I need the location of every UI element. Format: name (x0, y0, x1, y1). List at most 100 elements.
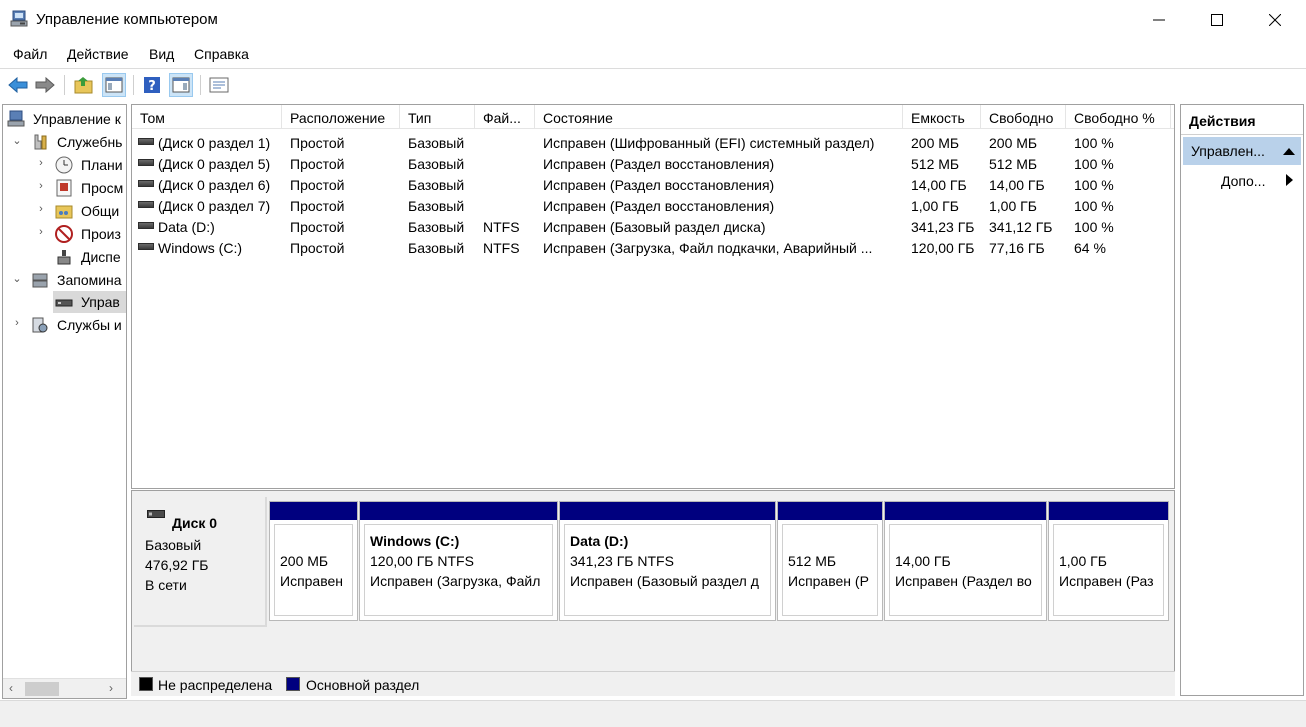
status-bar (0, 700, 1306, 727)
menu-bar: Файл Действие Вид Справка (0, 42, 1306, 66)
chevron-right-icon[interactable]: › (35, 203, 47, 217)
partition-data-d[interactable]: Data (D:) 341,23 ГБ NTFS Исправен (Базов… (559, 501, 776, 621)
partition-windows-c[interactable]: Windows (C:) 120,00 ГБ NTFS Исправен (За… (359, 501, 558, 621)
scroll-left-icon[interactable]: ‹ (9, 681, 13, 695)
scrollbar-thumb[interactable] (25, 682, 59, 696)
maximize-button[interactable] (1188, 0, 1246, 40)
toolbar-separator (200, 75, 201, 95)
menu-view[interactable]: Вид (149, 46, 174, 62)
tree-item-storage[interactable]: ⌄ Запомина (3, 269, 126, 291)
partition-color-bar (560, 502, 775, 520)
menu-action[interactable]: Действие (67, 46, 129, 62)
chevron-down-icon[interactable]: ⌄ (11, 134, 23, 148)
free-percent-cell: 100 % (1074, 156, 1114, 172)
svg-text:?: ? (148, 79, 156, 94)
toolbar-separator (64, 75, 65, 95)
menu-help[interactable]: Справка (194, 46, 249, 62)
tree-item-label: Просм (81, 180, 124, 196)
tree-item-system-tools[interactable]: ⌄ Служебнь (3, 131, 126, 153)
chevron-right-icon[interactable]: › (35, 157, 47, 171)
status-cell: Исправен (Раздел восстановления) (543, 177, 775, 193)
scroll-right-icon[interactable]: › (109, 681, 113, 695)
partition-body: 512 МБ Исправен (Р (782, 524, 878, 616)
tree-item-services-and-applications[interactable]: › Службы и (3, 314, 126, 336)
forward-button[interactable] (33, 73, 57, 97)
show-hide-tree-button[interactable] (102, 73, 126, 97)
partition-body: 200 МБ Исправен (274, 524, 353, 616)
chevron-right-icon[interactable]: › (35, 180, 47, 194)
table-row[interactable]: (Диск 0 раздел 5) Простой Базовый Исправ… (132, 154, 1174, 175)
collapse-up-icon[interactable] (1283, 147, 1295, 155)
action-pane-icon (172, 77, 190, 93)
column-header-layout[interactable]: Расположение (282, 105, 400, 129)
chevron-down-icon[interactable]: ⌄ (11, 272, 23, 286)
tree-item-computer-management[interactable]: Управление к (3, 108, 126, 130)
disk-graphical-view: Диск 0 Базовый 476,92 ГБ В сети 200 МБ И… (131, 490, 1175, 696)
free-space-cell: 341,12 ГБ (989, 219, 1053, 235)
minimize-button[interactable] (1130, 0, 1188, 40)
chevron-right-icon[interactable]: › (11, 317, 23, 331)
partition-status: Исправен (Раз (1059, 573, 1154, 589)
tree-item-shared-folders[interactable]: › Общи (3, 200, 126, 222)
close-button[interactable] (1246, 0, 1304, 40)
partition-status: Исправен (Загрузка, Файл (370, 573, 541, 589)
column-header-type[interactable]: Тип (400, 105, 475, 129)
partition-color-bar (885, 502, 1046, 520)
disk-info-panel[interactable]: Диск 0 Базовый 476,92 ГБ В сети (134, 497, 267, 627)
chevron-right-icon[interactable]: › (35, 226, 47, 240)
partition-color-bar (1049, 502, 1168, 520)
partition-color-bar (270, 502, 357, 520)
volume-cell: (Диск 0 раздел 1) (138, 135, 280, 151)
actions-section-disk-management[interactable]: Управлен... (1183, 137, 1301, 165)
column-header-filesystem[interactable]: Фай... (475, 105, 535, 129)
device-manager-icon (57, 250, 71, 265)
volume-icon (138, 243, 154, 250)
menu-file[interactable]: Файл (13, 46, 47, 62)
table-row[interactable]: Windows (C:) Простой Базовый NTFS Исправ… (132, 238, 1174, 259)
column-header-status[interactable]: Состояние (535, 105, 903, 129)
filesystem-cell: NTFS (483, 240, 520, 256)
tree-item-label: Службы и (57, 317, 122, 333)
console-tree-icon (105, 77, 123, 93)
more-actions-link[interactable]: Допо... (1221, 173, 1265, 189)
table-row[interactable]: Data (D:) Простой Базовый NTFS Исправен … (132, 217, 1174, 238)
volume-cell: Windows (C:) (138, 240, 280, 256)
partition-efi[interactable]: 200 МБ Исправен (269, 501, 358, 621)
table-row[interactable]: (Диск 0 раздел 7) Простой Базовый Исправ… (132, 196, 1174, 217)
tree-item-label: Диспе (81, 249, 121, 265)
layout-cell: Простой (290, 135, 345, 151)
up-level-button[interactable] (72, 73, 96, 97)
layout-cell: Простой (290, 156, 345, 172)
show-hide-action-pane-button[interactable] (169, 73, 193, 97)
toolbar-separator (133, 75, 134, 95)
free-percent-cell: 100 % (1074, 198, 1114, 214)
services-icon (32, 317, 48, 333)
column-header-capacity[interactable]: Емкость (903, 105, 981, 129)
tree-horizontal-scrollbar[interactable]: ‹ › (3, 678, 126, 698)
free-space-cell: 512 МБ (989, 156, 1038, 172)
partition-recovery-5[interactable]: 512 МБ Исправен (Р (777, 501, 883, 621)
status-cell: Исправен (Раздел восстановления) (543, 198, 775, 214)
tree-item-device-manager[interactable]: Диспе (3, 246, 126, 268)
back-button[interactable] (6, 73, 30, 97)
tree-item-event-viewer[interactable]: › Просм (3, 177, 126, 199)
tree-item-disk-management[interactable]: Управ (3, 291, 126, 313)
column-header-free-percent[interactable]: Свободно % (1066, 105, 1171, 129)
title-bar: Управление компьютером (0, 0, 1306, 40)
table-row[interactable]: (Диск 0 раздел 6) Простой Базовый Исправ… (132, 175, 1174, 196)
minimize-icon (1153, 19, 1165, 21)
tree-item-performance[interactable]: › Произ (3, 223, 126, 245)
storage-icon (32, 273, 48, 288)
help-icon: ? (144, 77, 160, 94)
disk-management-icon (55, 299, 73, 307)
partition-recovery-7[interactable]: 1,00 ГБ Исправен (Раз (1048, 501, 1169, 621)
partition-recovery-6[interactable]: 14,00 ГБ Исправен (Раздел во (884, 501, 1047, 621)
properties-button[interactable] (207, 73, 231, 97)
tree-item-task-scheduler[interactable]: › Плани (3, 154, 126, 176)
help-button[interactable]: ? (140, 73, 164, 97)
submenu-right-icon[interactable] (1286, 174, 1293, 186)
column-header-volume[interactable]: Том (132, 105, 282, 129)
column-header-free-space[interactable]: Свободно (981, 105, 1066, 129)
actions-section-label: Управлен... (1191, 143, 1265, 159)
table-row[interactable]: (Диск 0 раздел 1) Простой Базовый Исправ… (132, 133, 1174, 154)
